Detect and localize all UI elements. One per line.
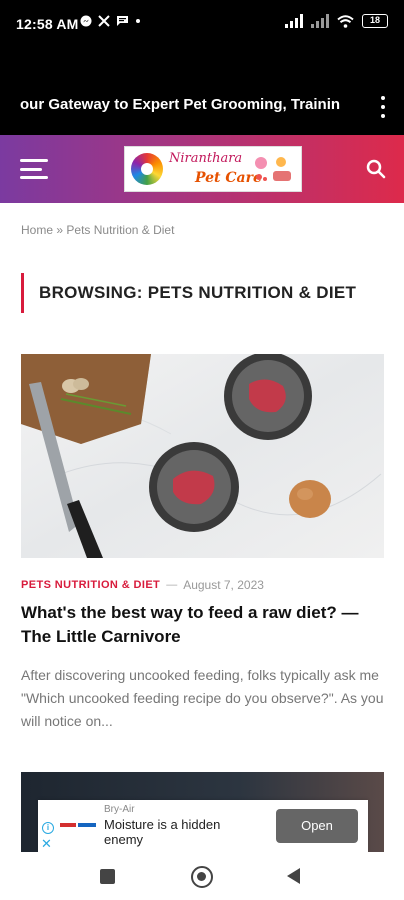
article-excerpt: After discovering uncooked feeding, folk… bbox=[21, 667, 384, 729]
search-icon[interactable] bbox=[366, 159, 386, 179]
site-header: Niranthara Pet Care bbox=[0, 135, 404, 203]
home-icon[interactable] bbox=[191, 866, 213, 888]
back-icon[interactable] bbox=[287, 868, 300, 884]
ad-title[interactable]: Moisture is a hidden enemy bbox=[104, 817, 254, 847]
meta-separator: — bbox=[166, 579, 178, 591]
ad-advertiser: Bry-Air bbox=[104, 804, 135, 815]
raw-food-image bbox=[21, 354, 384, 558]
archive-heading: BROWSING: PETS NUTRITION & DIET bbox=[21, 273, 384, 313]
system-nav-bar bbox=[0, 852, 404, 900]
archive-heading-text: BROWSING: PETS NUTRITION & DIET bbox=[39, 283, 357, 302]
status-time: 12:58 AM bbox=[16, 16, 79, 32]
breadcrumb-current: Pets Nutrition & Diet bbox=[66, 223, 175, 237]
notification-icons bbox=[80, 15, 141, 27]
status-right: 18 bbox=[285, 14, 388, 28]
breadcrumb: Home » Pets Nutrition & Diet bbox=[21, 223, 174, 237]
messenger-icon bbox=[80, 15, 92, 27]
recents-icon[interactable] bbox=[100, 869, 115, 884]
menu-icon[interactable] bbox=[20, 159, 48, 179]
ad-info-icon[interactable]: i bbox=[42, 822, 54, 834]
browser-title-bar: our Gateway to Expert Pet Grooming, Trai… bbox=[0, 50, 404, 135]
signal-icon bbox=[285, 14, 303, 28]
ad-close-icon[interactable]: ✕ bbox=[41, 836, 52, 852]
x-icon bbox=[98, 15, 110, 27]
more-options-icon[interactable] bbox=[378, 96, 388, 118]
signal-2-icon bbox=[311, 14, 329, 28]
ad-banner[interactable]: i ✕ Bry-Air Moisture is a hidden enemy O… bbox=[38, 800, 368, 852]
article-title[interactable]: What's the best way to feed a raw diet? … bbox=[21, 601, 386, 649]
site-logo[interactable]: Niranthara Pet Care bbox=[124, 146, 302, 192]
message-icon bbox=[117, 16, 128, 26]
article-category[interactable]: PETS NUTRITION & DIET bbox=[21, 579, 160, 591]
logo-text-top: Niranthara bbox=[169, 151, 243, 166]
advertiser-logo bbox=[60, 823, 96, 827]
dot-icon bbox=[136, 19, 140, 23]
article-thumbnail[interactable] bbox=[21, 354, 384, 558]
wifi-icon bbox=[337, 14, 354, 28]
article-date: August 7, 2023 bbox=[183, 578, 264, 592]
status-bar: 12:58 AM 18 bbox=[0, 0, 404, 50]
logo-wheel-icon bbox=[131, 153, 163, 185]
article-meta: PETS NUTRITION & DIET — August 7, 2023 bbox=[21, 578, 264, 592]
ad-open-button[interactable]: Open bbox=[276, 809, 358, 843]
breadcrumb-separator: » bbox=[56, 223, 64, 237]
breadcrumb-home[interactable]: Home bbox=[21, 223, 53, 237]
page-title: our Gateway to Expert Pet Grooming, Trai… bbox=[20, 96, 341, 113]
battery-icon: 18 bbox=[362, 14, 388, 28]
logo-pets-icon bbox=[255, 157, 291, 181]
